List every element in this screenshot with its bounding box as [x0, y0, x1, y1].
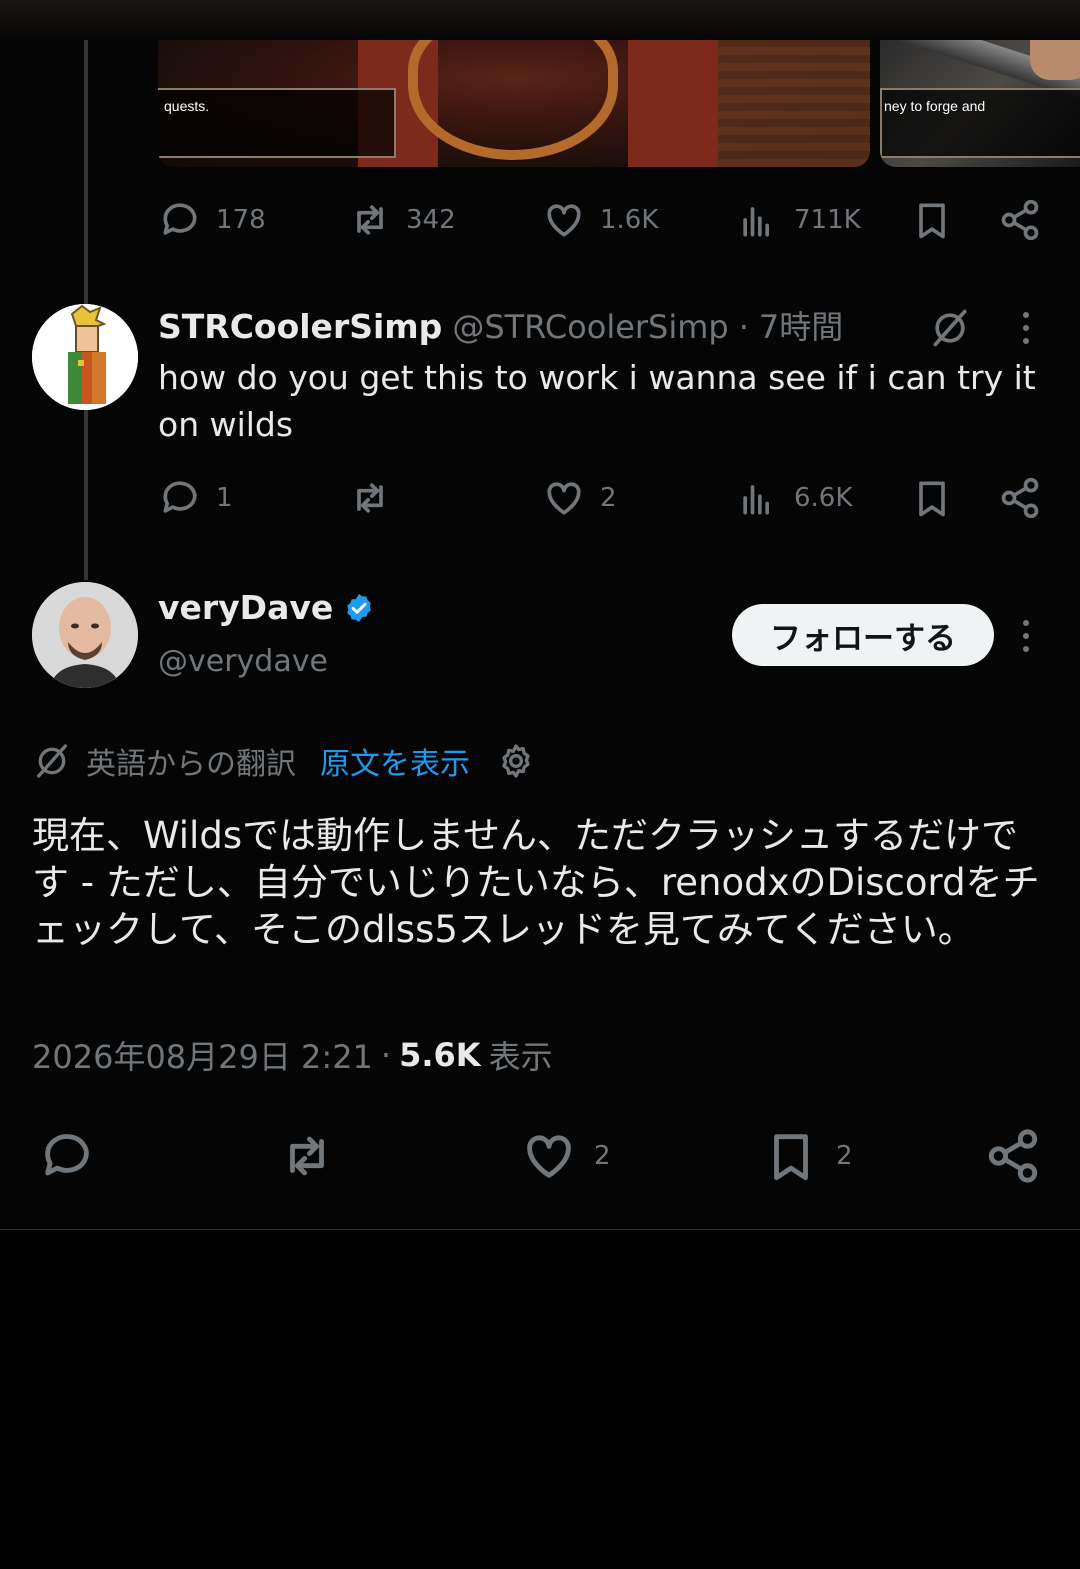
reply-separator: ·: [738, 308, 749, 346]
reply-icon: [45, 1134, 89, 1176]
views-button[interactable]: 6.6K: [736, 474, 852, 522]
heart-icon: [547, 204, 581, 237]
translate-button[interactable]: [926, 304, 974, 352]
share-button[interactable]: [998, 474, 1042, 522]
reply-text: how do you get this to work i wanna see …: [158, 358, 1036, 444]
share-icon: [988, 1129, 1038, 1183]
heart-icon: [527, 1135, 571, 1178]
media-background-wood: [700, 40, 870, 167]
reply-time[interactable]: 7時間: [759, 302, 843, 348]
views-label: 表示: [488, 1038, 553, 1076]
like-button[interactable]: 2: [542, 474, 617, 522]
reply-handle[interactable]: @STRCoolerSimp: [452, 308, 728, 346]
views-count: 6.6K: [794, 483, 853, 513]
share-button[interactable]: [984, 1126, 1042, 1186]
reply-button[interactable]: [38, 1126, 112, 1186]
like-count: 1.6K: [600, 205, 659, 235]
media-hand: [1030, 40, 1080, 80]
bookmark-icon: [919, 203, 945, 239]
reply-icon: [163, 203, 197, 235]
bookmark-icon: [774, 1134, 808, 1181]
media-image-1[interactable]: quests.: [158, 40, 870, 167]
share-icon: [1001, 199, 1039, 241]
like-button[interactable]: 1.6K: [542, 196, 658, 244]
main-name-row: veryDave: [158, 588, 375, 627]
repost-button[interactable]: [278, 1126, 352, 1186]
media-caption-box: ney to forge and: [880, 88, 1080, 158]
like-count: 2: [594, 1141, 611, 1171]
views-count: 711K: [794, 205, 861, 235]
media-caption-text: ney to forge and: [884, 98, 986, 114]
reply-count: 178: [216, 205, 266, 235]
translation-label: 英語からの翻訳: [86, 747, 296, 782]
meta-separator: ·: [380, 1036, 392, 1074]
bookmark-button[interactable]: 2: [762, 1126, 853, 1186]
main-handle[interactable]: @verydave: [158, 644, 328, 679]
like-count: 2: [600, 483, 617, 513]
tweet-meta: 2026年08月29日 2:21 · 5.6K 表示: [32, 1032, 553, 1078]
reply-count: 1: [216, 483, 233, 513]
more-icon: [1023, 312, 1029, 344]
parent-action-bar: 178 342 1.6K 711K: [158, 196, 1048, 244]
repost-icon: [357, 483, 383, 513]
gear-icon[interactable]: [496, 741, 536, 781]
repost-button[interactable]: 342: [348, 196, 456, 244]
empty-area: [0, 1230, 1080, 1569]
main-display-name[interactable]: veryDave: [158, 588, 333, 627]
media-character-helmet: [408, 40, 618, 160]
top-fade: [0, 0, 1080, 44]
bookmark-icon: [919, 481, 945, 517]
avatar-verydave[interactable]: [32, 582, 138, 688]
reply-header: STRCoolerSimp @STRCoolerSimp · 7時間: [158, 302, 843, 350]
analytics-icon: [743, 207, 769, 237]
reply-button[interactable]: 178: [158, 196, 266, 244]
views-button[interactable]: 711K: [736, 196, 861, 244]
follow-button[interactable]: フォローする: [732, 604, 994, 666]
heart-icon: [547, 482, 581, 515]
reply-display-name[interactable]: STRCoolerSimp: [158, 307, 442, 346]
reply-action-bar: 1 2 6.6K: [158, 474, 1048, 522]
reply-button[interactable]: 1: [158, 474, 233, 522]
translate-icon: [37, 744, 68, 778]
reply-icon: [163, 481, 197, 513]
avatar-image: [32, 582, 138, 688]
media-character-cloth-right: [628, 40, 718, 167]
repost-button[interactable]: [348, 474, 406, 522]
media-image-2[interactable]: ney to forge and: [880, 40, 1080, 167]
repost-count: 342: [406, 205, 456, 235]
main-action-bar: 2 2: [0, 1126, 1080, 1186]
tweet-timestamp[interactable]: 2026年08月29日 2:21: [32, 1032, 373, 1078]
translate-icon: [933, 309, 967, 347]
analytics-icon: [743, 485, 769, 515]
verified-badge-icon: [347, 593, 372, 622]
show-original-link[interactable]: 原文を表示: [320, 739, 470, 783]
bookmark-count: 2: [836, 1141, 853, 1171]
reply-more-button[interactable]: [1004, 306, 1048, 350]
thread-page: quests. ney to forge and 178 342 1.6K 71…: [0, 0, 1080, 1569]
media-caption-box: quests.: [158, 88, 396, 158]
translation-bar: 英語からの翻訳 原文を表示: [32, 736, 536, 786]
like-button[interactable]: 2: [520, 1126, 611, 1186]
main-more-button[interactable]: [1004, 614, 1048, 658]
media-caption-text: quests.: [164, 98, 210, 114]
repost-icon: [290, 1136, 324, 1176]
repost-icon: [357, 205, 383, 235]
share-icon: [1001, 477, 1039, 519]
avatar-strcoolersimp[interactable]: [32, 304, 138, 410]
views-count: 5.6K: [399, 1036, 481, 1074]
bookmark-button[interactable]: [910, 474, 954, 522]
main-tweet-text: 現在、Wildsでは動作しません、ただクラッシュするだけです - ただし、自分で…: [32, 814, 1040, 951]
avatar-image: [32, 304, 138, 410]
bookmark-button[interactable]: [910, 196, 954, 244]
share-button[interactable]: [998, 196, 1042, 244]
more-icon: [1023, 620, 1029, 652]
